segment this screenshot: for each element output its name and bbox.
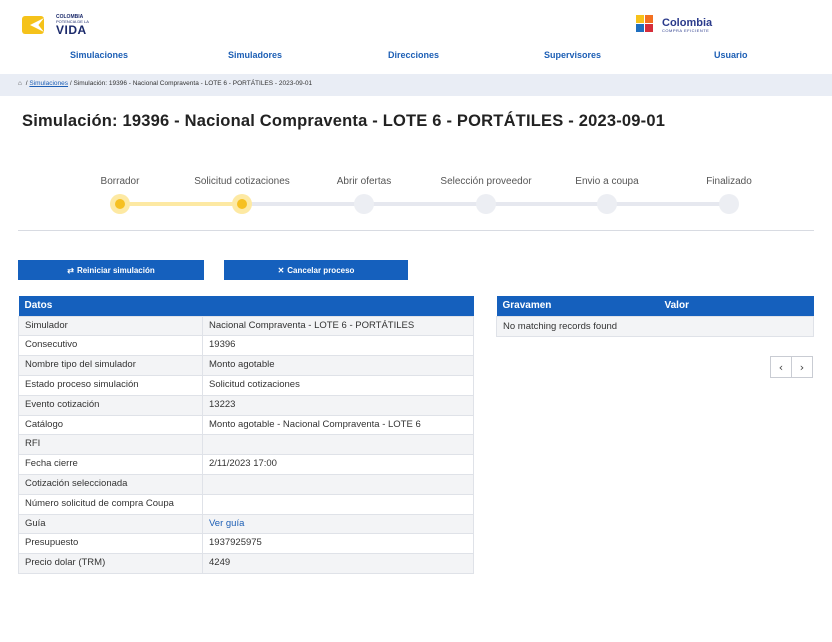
logo-mark-icon [22, 14, 52, 36]
breadcrumb-current: / Simulación: 19396 - Nacional Compraven… [68, 80, 313, 87]
row-value: Monto agotable - Nacional Compraventa - … [202, 414, 474, 436]
breadcrumb: ⌂ / Simulaciones / Simulación: 19396 - N… [0, 74, 832, 96]
table-row: Cotización seleccionada [18, 474, 474, 495]
row-value: Solicitud cotizaciones [202, 374, 474, 396]
row-value [202, 493, 474, 515]
process-stepper: Borrador Solicitud cotizaciones Abrir of… [0, 176, 832, 216]
row-key: Nombre tipo del simulador [18, 355, 203, 376]
table-row: Estado proceso simulación Solicitud cotiz… [18, 374, 474, 396]
row-value: 4249 [202, 553, 474, 575]
cce-line2: COMPRA EFICIENTE [662, 27, 710, 33]
step-label-seleccion-proveedor: Selección proveedor [440, 176, 532, 187]
table-row: Precio dolar (TRM) 4249 [18, 553, 474, 575]
datos-header: Datos [18, 296, 474, 316]
row-key: Estado proceso simulación [18, 374, 203, 396]
restart-simulation-button[interactable]: ⇄ Reiniciar simulación [18, 260, 204, 280]
nav-simuladores[interactable]: Simuladores [228, 50, 282, 60]
step-dot-envio-coupa [597, 194, 617, 214]
row-value: Nacional Compraventa - LOTE 6 - PORTÁTIL… [202, 315, 474, 337]
step-dot-abrir-ofertas [354, 194, 374, 214]
row-key: Consecutivo [18, 335, 203, 357]
swap-arrows-icon: ⇄ [67, 265, 74, 275]
chevron-left-icon: ‹ [778, 360, 784, 374]
restart-simulation-label: Reiniciar simulación [76, 265, 155, 275]
step-dot-finalizado [719, 194, 739, 214]
compra-eficiente-mark-icon [636, 15, 658, 35]
row-key: RFI [18, 434, 203, 456]
colombia-potencia-vida-logo[interactable]: COLOMBIA POTENCIA DE LA VIDA [22, 12, 102, 38]
section-divider [18, 230, 814, 231]
step-dot-borrador [110, 194, 130, 214]
row-key: Catálogo [18, 414, 203, 436]
previous-page-button[interactable]: ‹ [770, 356, 792, 378]
row-value: 1937925975 [202, 533, 474, 555]
close-icon: ✕ [277, 265, 285, 275]
nav-supervisores[interactable]: Supervisores [544, 50, 601, 60]
row-key: Precio dolar (TRM) [18, 553, 203, 575]
step-dot-solicitud-cotizaciones [232, 194, 252, 214]
logo-line3: VIDA [56, 22, 87, 37]
row-key: Fecha cierre [18, 454, 203, 475]
next-page-button[interactable]: › [791, 356, 813, 378]
cancel-process-button[interactable]: ✕ Cancelar proceso [224, 260, 408, 280]
cancel-process-label: Cancelar proceso [287, 265, 355, 275]
main-nav: Simulaciones Simuladores Direcciones Sup… [0, 50, 832, 66]
row-value: 19396 [202, 335, 474, 357]
table-row: Evento cotización 13223 [18, 394, 474, 416]
empty-message: No matching records found [496, 315, 814, 337]
datos-table: Datos Simulador Nacional Compraventa - LO… [18, 296, 474, 575]
step-label-abrir-ofertas: Abrir ofertas [336, 176, 392, 187]
page-title: Simulación: 19396 - Nacional Compraventa… [22, 112, 666, 130]
stepper-progress [120, 202, 240, 206]
row-key: Número solicitud de compra Coupa [18, 493, 203, 515]
row-key: Cotización seleccionada [18, 474, 203, 495]
home-icon[interactable]: ⌂ [18, 80, 22, 87]
table-row: Consecutivo 19396 [18, 335, 474, 357]
chevron-right-icon: › [799, 360, 805, 374]
table-row: No matching records found [496, 315, 814, 337]
pagination: ‹ › [770, 356, 813, 378]
step-dot-seleccion-proveedor [476, 194, 496, 214]
valor-column-header[interactable]: Valor [658, 296, 814, 316]
table-row: Simulador Nacional Compraventa - LOTE 6 -… [18, 315, 474, 337]
row-value [202, 434, 474, 456]
ver-guia-link[interactable]: Ver guía [209, 518, 244, 529]
step-label-borrador: Borrador [100, 176, 140, 187]
table-row: Catálogo Monto agotable - Nacional Compra… [18, 414, 474, 436]
table-row: Número solicitud de compra Coupa [18, 493, 474, 515]
row-value: 13223 [202, 394, 474, 416]
header: COLOMBIA POTENCIA DE LA VIDA Colombia CO… [0, 0, 832, 68]
nav-direcciones[interactable]: Direcciones [388, 50, 439, 60]
gravamen-column-header[interactable]: Gravamen [496, 296, 659, 316]
table-row: RFI [18, 434, 474, 456]
step-label-envio-coupa: Envio a coupa [575, 176, 639, 187]
step-label-finalizado: Finalizado [706, 176, 752, 187]
row-key: Guía [18, 513, 203, 535]
row-value: Monto agotable [202, 355, 474, 376]
table-row: Guía Ver guía [18, 513, 474, 535]
nav-usuario[interactable]: Usuario [714, 50, 748, 60]
colombia-compra-eficiente-logo[interactable]: Colombia COMPRA EFICIENTE [636, 12, 756, 38]
row-key: Simulador [18, 315, 203, 337]
table-row: Fecha cierre 2/11/2023 17:00 [18, 454, 474, 475]
step-label-solicitud-cotizaciones: Solicitud cotizaciones [194, 176, 290, 187]
row-value: 2/11/2023 17:00 [202, 454, 474, 475]
cce-line1: Colombia [662, 16, 713, 29]
table-row: Nombre tipo del simulador Monto agotable [18, 355, 474, 376]
breadcrumb-link-simulaciones[interactable]: Simulaciones [29, 80, 68, 87]
row-key: Presupuesto [18, 533, 203, 555]
table-row: Presupuesto 1937925975 [18, 533, 474, 555]
row-key: Evento cotización [18, 394, 203, 416]
row-value [202, 474, 474, 495]
gravamen-table: Gravamen Valor No matching records found [496, 296, 814, 337]
nav-simulaciones[interactable]: Simulaciones [70, 50, 128, 60]
